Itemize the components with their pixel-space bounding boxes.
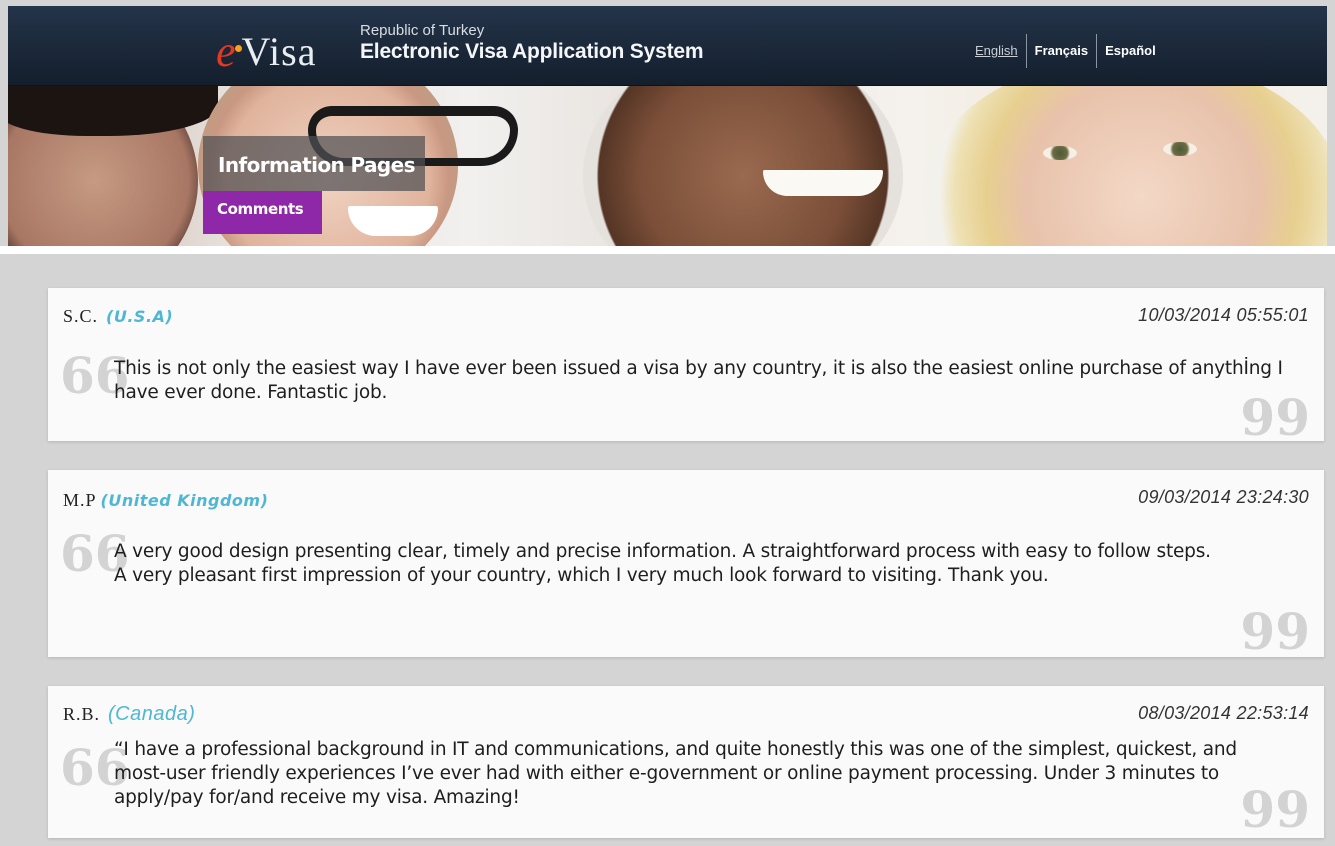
comment-author: M.P (United Kingdom) bbox=[63, 490, 268, 511]
author-country: (Canada) bbox=[108, 703, 196, 725]
lang-french-link[interactable]: Français bbox=[1027, 34, 1096, 68]
close-quote-icon: 99 bbox=[1240, 780, 1310, 839]
logo-dot-icon bbox=[234, 45, 242, 52]
comment-text: A very good design presenting clear, tim… bbox=[114, 541, 1211, 586]
comment-text: This is not only the easiest way I have … bbox=[114, 358, 1283, 403]
author-name: M.P bbox=[63, 490, 97, 510]
lang-english-link[interactable]: English bbox=[963, 34, 1026, 68]
banner-smile-image bbox=[763, 170, 883, 196]
language-switcher: English Français Español bbox=[963, 34, 1164, 68]
logo-e: e bbox=[216, 27, 236, 76]
banner-eye-image bbox=[1043, 146, 1077, 160]
banner-hair-image bbox=[8, 86, 218, 136]
logo-visa: Visa bbox=[241, 29, 317, 74]
banner-face-image bbox=[583, 86, 903, 246]
section-title: Information Pages bbox=[218, 153, 415, 177]
banner-face-image bbox=[923, 86, 1327, 246]
comment-text: “I have a professional background in IT … bbox=[114, 739, 1237, 808]
close-quote-icon: 99 bbox=[1240, 602, 1310, 661]
comment-date: 09/03/2014 23:24:30 bbox=[1138, 487, 1309, 507]
comment-card: M.P (United Kingdom) 09/03/2014 23:24:30 … bbox=[48, 470, 1324, 657]
banner-eye-image bbox=[1163, 142, 1197, 156]
page-label-comments: Comments bbox=[203, 191, 322, 234]
comment-date: 10/03/2014 05:55:01 bbox=[1138, 305, 1309, 325]
close-quote-icon: 99 bbox=[1240, 388, 1310, 447]
author-name: R.B. bbox=[63, 704, 101, 724]
evisa-logo[interactable]: e Visa bbox=[216, 27, 317, 76]
site-title: Electronic Visa Application System bbox=[360, 40, 704, 63]
header-bar: e Visa Republic of Turkey Electronic Vis… bbox=[8, 6, 1327, 86]
site-subtitle: Republic of Turkey bbox=[360, 22, 485, 39]
author-country: (United Kingdom) bbox=[100, 491, 269, 510]
divider bbox=[0, 246, 1335, 254]
comment-date: 08/03/2014 22:53:14 bbox=[1138, 703, 1309, 723]
comment-author: R.B. (Canada) bbox=[63, 703, 195, 726]
lang-spanish-link[interactable]: Español bbox=[1097, 34, 1164, 68]
author-country: (U.S.A) bbox=[106, 307, 174, 326]
site-title-block: Republic of Turkey Electronic Visa Appli… bbox=[360, 22, 704, 65]
author-name: S.C. bbox=[63, 306, 99, 326]
comment-card: S.C. (U.S.A) 10/03/2014 05:55:01 66 This … bbox=[48, 288, 1324, 447]
banner-smile-image bbox=[348, 206, 438, 236]
comment-author: S.C. (U.S.A) bbox=[63, 306, 173, 327]
comment-card: R.B. (Canada) 08/03/2014 22:53:14 66 “I h… bbox=[48, 686, 1324, 838]
